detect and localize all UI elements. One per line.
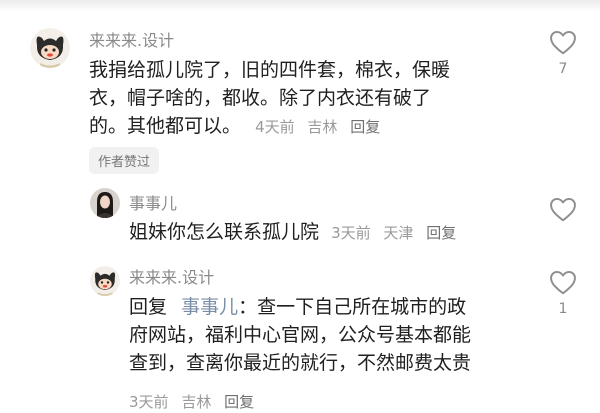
comment-line: 衣，帽子啥的，都收。除了内衣还有破了 — [89, 87, 432, 109]
avatar-cartoon-icon — [30, 28, 70, 68]
avatar[interactable] — [90, 188, 120, 218]
comment-text: 姐妹你怎么联系孤儿院 3天前 天津 回复 — [129, 218, 509, 247]
comment-line: 我捐给孤儿院了，旧的四件套，棉衣，保暖 — [89, 59, 451, 81]
avatar[interactable] — [90, 266, 120, 296]
avatar-photo-icon — [90, 188, 120, 218]
comment-line: 姐妹你怎么联系孤儿院 — [129, 221, 320, 243]
heart-icon — [550, 30, 576, 55]
comment-meta: 4天前 吉林 回复 — [255, 118, 388, 136]
username[interactable]: 来来来.设计 — [89, 27, 174, 51]
comment-time: 3天前 — [331, 224, 371, 242]
comment-meta: 3天前 吉林 回复 — [129, 391, 262, 412]
username[interactable]: 来来来.设计 — [129, 264, 214, 288]
comment-line-first: 回复 事事儿：查一下自己所在城市的政 — [129, 293, 534, 321]
reply-button[interactable]: 回复 — [350, 118, 380, 136]
comment-line: 查到，查离你最近的就行，不然邮费太贵 — [129, 352, 472, 374]
heart-icon — [550, 197, 576, 222]
comment-line: ：查一下自己所在城市的政 — [238, 296, 467, 318]
comment-line: 府网站，福利中心官网，公众号基本都能 — [129, 324, 472, 346]
comment-text: 我捐给孤儿院了，旧的四件套，棉衣，保暖 衣，帽子啥的，都收。除了内衣还有破了 的… — [89, 56, 509, 141]
comment-line: 的。其他都可以。 — [89, 115, 242, 137]
comment-meta: 3天前 天津 回复 — [331, 224, 464, 242]
heart-icon — [550, 270, 576, 295]
username[interactable]: 事事儿 — [129, 190, 177, 214]
comment-location: 吉林 — [307, 118, 338, 136]
like-count: 7 — [558, 61, 568, 77]
reply-button[interactable]: 回复 — [224, 393, 254, 411]
author-liked-badge: 作者赞过 — [89, 147, 160, 174]
reply-prefix: 回复 — [129, 296, 168, 318]
avatar-cartoon-icon — [90, 266, 120, 296]
comment-location: 吉林 — [181, 393, 212, 411]
comment-text: 回复 事事儿：查一下自己所在城市的政 府网站，福利中心官网，公众号基本都能 查到… — [129, 293, 534, 377]
comment-line-last: 的。其他都可以。 4天前 吉林 回复 — [89, 112, 509, 141]
like-button[interactable]: 1 — [545, 270, 581, 317]
like-count: 1 — [558, 301, 568, 317]
comment-time: 4天前 — [255, 118, 295, 136]
comment-location: 天津 — [383, 224, 414, 242]
top-fade — [0, 0, 600, 12]
mention-link[interactable]: 事事儿 — [181, 296, 238, 318]
comment-time: 3天前 — [129, 393, 169, 411]
avatar[interactable] — [30, 28, 70, 68]
like-button[interactable] — [545, 197, 581, 222]
reply-button[interactable]: 回复 — [426, 224, 456, 242]
like-button[interactable]: 7 — [545, 30, 581, 77]
